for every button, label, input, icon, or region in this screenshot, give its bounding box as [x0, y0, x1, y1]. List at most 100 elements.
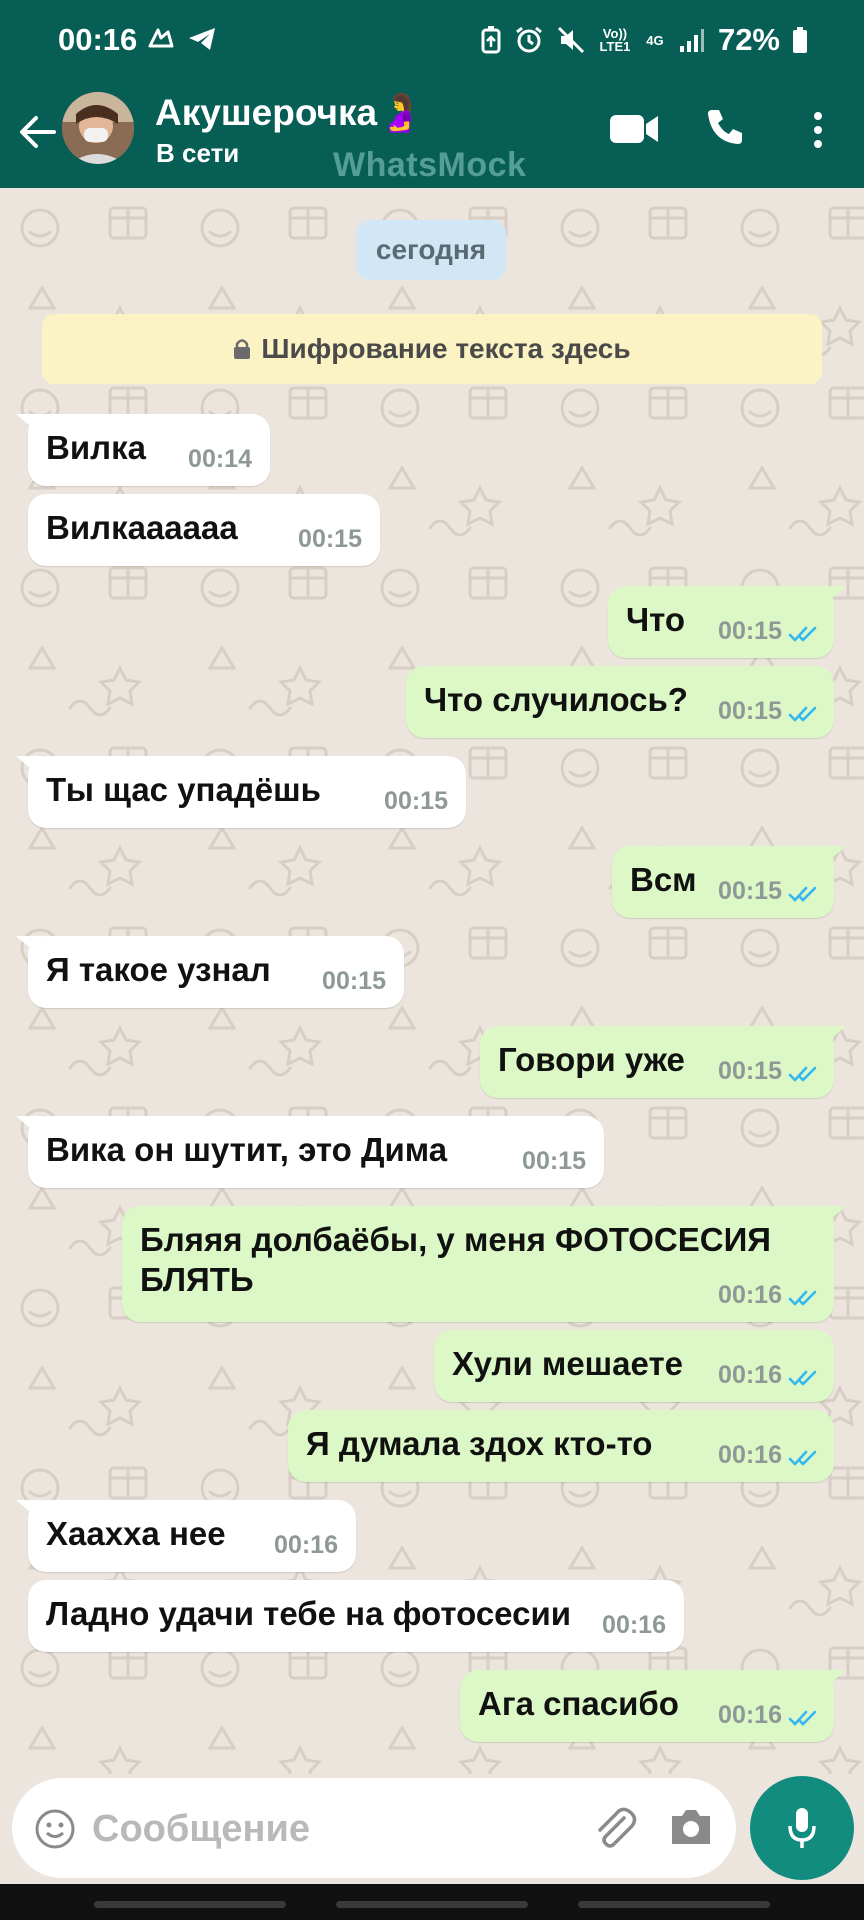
message-time: 00:15	[718, 617, 782, 645]
video-call-icon[interactable]	[608, 112, 660, 146]
status-left-icons	[146, 24, 218, 54]
bubble-tail	[16, 414, 42, 436]
date-chip: сегодня	[356, 220, 506, 280]
read-ticks-icon	[788, 626, 817, 642]
contact-status: В сети	[156, 138, 240, 168]
incoming-message[interactable]: Ты щас упадёшь 00:15	[16, 756, 466, 828]
mute-icon	[557, 26, 585, 54]
message-text: Что случилось?	[424, 681, 688, 718]
avatar[interactable]	[62, 92, 134, 164]
volte-indicator: Vo)) LTE1	[599, 26, 631, 54]
outgoing-message[interactable]: Всм 00:15	[612, 846, 846, 918]
bubble-tail	[820, 586, 846, 608]
emoji-icon[interactable]	[34, 1808, 76, 1850]
lock-icon	[234, 339, 251, 359]
read-ticks-icon	[788, 1290, 817, 1306]
read-ticks-icon	[788, 886, 817, 902]
top-bar: 00:16 Vo)) LTE1 4G 72% Акушерочка🤰 В сет…	[0, 0, 864, 188]
bubble-tail	[820, 846, 846, 868]
watermark: WhatsMock	[333, 146, 527, 184]
nav-recents[interactable]	[94, 1901, 286, 1908]
message-text: Что	[626, 601, 686, 638]
message-time: 00:15	[718, 697, 782, 725]
more-vert-icon[interactable]	[808, 110, 828, 150]
message-text: Ага спасибо	[478, 1685, 679, 1722]
message-text: Хаахха нее	[46, 1515, 226, 1552]
incoming-message[interactable]: Я такое узнал 00:15	[16, 936, 404, 1008]
outgoing-message[interactable]: Что 00:15	[608, 586, 846, 658]
battery-icon	[793, 27, 807, 53]
message-text: Я думала здох кто-то	[306, 1425, 653, 1462]
message-placeholder: Сообщение	[92, 1808, 310, 1850]
mic-icon	[788, 1808, 816, 1848]
alarm-icon	[516, 26, 542, 53]
outgoing-message[interactable]: Хули мешаете 00:16	[434, 1330, 834, 1402]
outgoing-message[interactable]: Что случилось? 00:15	[406, 666, 834, 738]
contact-name[interactable]: Акушерочка🤰	[155, 92, 423, 135]
battery-percent: 72%	[717, 22, 780, 57]
read-ticks-icon	[788, 1370, 817, 1386]
message-time: 00:15	[322, 967, 386, 995]
nav-home[interactable]	[336, 1901, 528, 1908]
bubble-tail	[16, 1116, 42, 1138]
mic-button[interactable]	[750, 1776, 854, 1880]
message-text: Ты щас упадёшь	[46, 771, 321, 808]
signal-icon	[679, 29, 704, 52]
message-time: 00:15	[522, 1147, 586, 1175]
bubble-tail	[16, 1500, 42, 1522]
bubble-tail	[820, 1670, 846, 1692]
message-time: 00:16	[718, 1281, 782, 1309]
bubble-tail	[820, 1026, 846, 1048]
chat-area[interactable]: сегодня Шифрование текста здесь Вилка 00:…	[0, 188, 864, 1774]
read-ticks-icon	[788, 1450, 817, 1466]
outgoing-message[interactable]: Я думала здох кто-то 00:16	[288, 1410, 834, 1482]
message-time: 00:15	[298, 525, 362, 553]
notification-app-icon	[148, 28, 174, 48]
system-nav-bar	[0, 1884, 864, 1920]
message-text: Вилкаааааа	[46, 509, 238, 546]
input-bar: Сообщение	[0, 1774, 864, 1884]
camera-icon[interactable]	[668, 1806, 714, 1848]
status-right-icons: Vo)) LTE1 4G 72%	[480, 22, 808, 58]
read-ticks-icon	[788, 706, 817, 722]
chat-header: Акушерочка🤰 В сети WhatsMock	[0, 86, 864, 188]
message-time: 00:16	[718, 1361, 782, 1389]
message-text: Ладно удачи тебе на фотосесии	[46, 1595, 572, 1632]
back-arrow-icon[interactable]	[16, 110, 60, 154]
message-text: Вилка	[46, 429, 146, 466]
incoming-message[interactable]: Вика он шутит, это Дима 00:15	[16, 1116, 604, 1188]
read-ticks-icon	[788, 1066, 817, 1082]
message-time: 00:14	[188, 445, 252, 473]
nav-back[interactable]	[578, 1901, 770, 1908]
outgoing-message[interactable]: Говори уже 00:15	[480, 1026, 846, 1098]
message-input[interactable]: Сообщение	[12, 1778, 736, 1878]
message-text: Говори уже	[498, 1041, 685, 1078]
status-time: 00:16	[58, 22, 138, 57]
message-text: Хули мешаете	[452, 1345, 683, 1382]
message-time: 00:16	[718, 1701, 782, 1729]
phone-icon[interactable]	[704, 106, 746, 148]
incoming-message[interactable]: Вилкаааааа 00:15	[28, 494, 380, 566]
network-indicator: 4G	[646, 32, 664, 48]
message-text: Всм	[630, 861, 697, 898]
telegram-icon	[189, 28, 215, 50]
battery-saver-icon	[481, 26, 501, 54]
avatar-image	[62, 92, 134, 164]
read-ticks-icon	[788, 1710, 817, 1726]
bubble-tail	[16, 936, 42, 958]
incoming-message[interactable]: Ладно удачи тебе на фотосесии 00:16	[28, 1580, 684, 1652]
message-time: 00:16	[602, 1611, 666, 1639]
outgoing-message[interactable]: Ага спасибо 00:16	[460, 1670, 846, 1742]
outgoing-message[interactable]: Бляяя долбаёбы, у меня ФОТОСЕСИЯ БЛЯТЬ 00…	[122, 1206, 846, 1322]
message-text: Я такое узнал	[46, 951, 271, 988]
message-time: 00:15	[384, 787, 448, 815]
incoming-message[interactable]: Вилка 00:14	[16, 414, 270, 486]
message-time: 00:16	[274, 1531, 338, 1559]
message-time: 00:15	[718, 1057, 782, 1085]
message-time: 00:16	[718, 1441, 782, 1469]
encryption-notice[interactable]: Шифрование текста здесь	[42, 314, 822, 384]
incoming-message[interactable]: Хаахха нее 00:16	[16, 1500, 356, 1572]
attach-icon[interactable]	[590, 1804, 638, 1852]
status-bar: 00:16 Vo)) LTE1 4G 72%	[0, 0, 864, 86]
encryption-text: Шифрование текста здесь	[261, 333, 631, 364]
